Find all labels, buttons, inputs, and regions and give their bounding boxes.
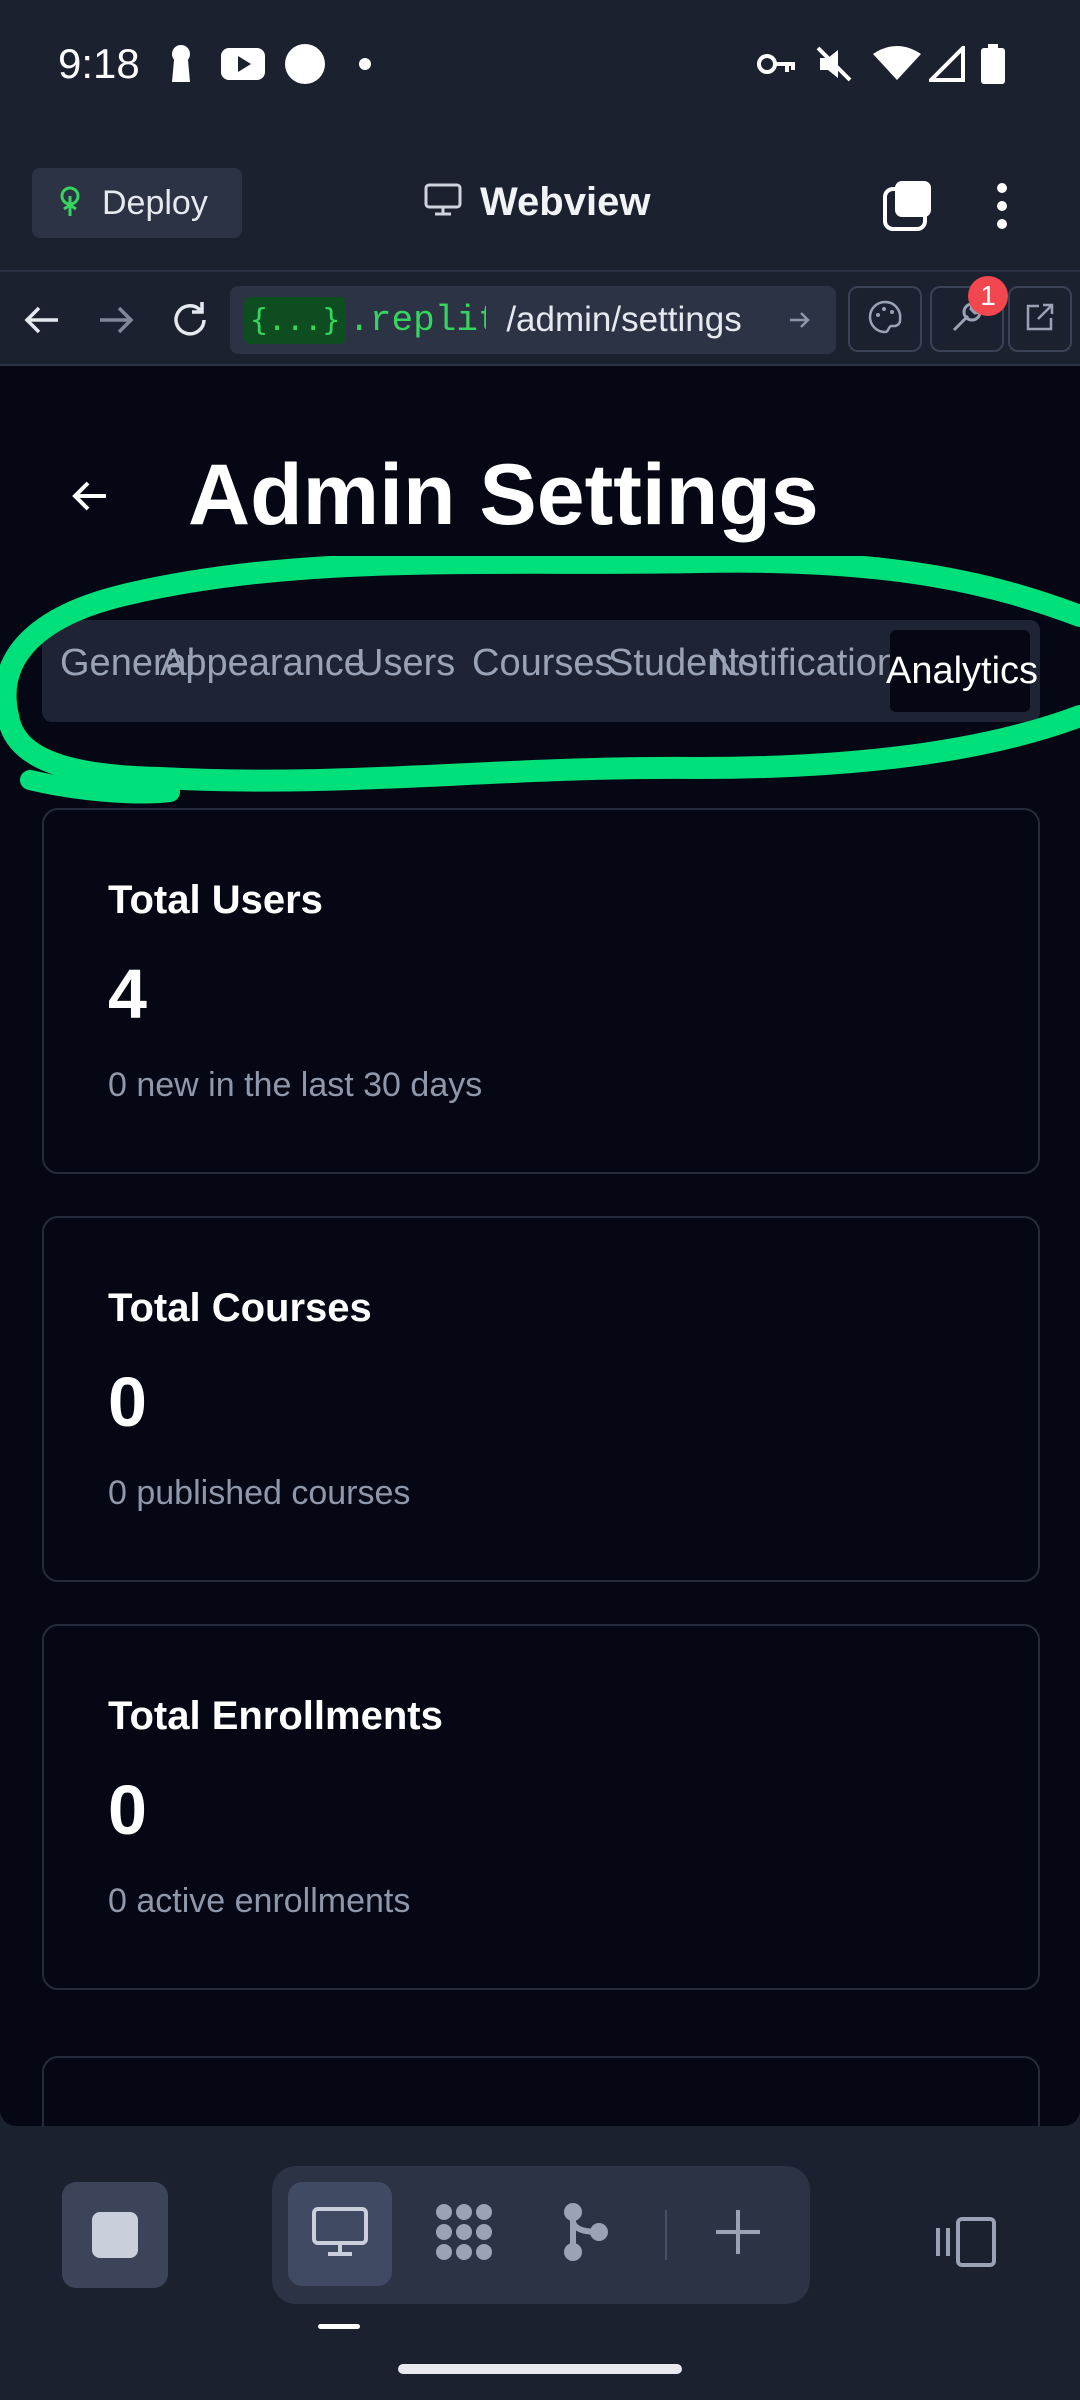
card-subtitle: 0 new in the last 30 days <box>108 1066 483 1104</box>
stat-card-enrollments: Total Enrollments 0 0 active enrollments <box>42 1624 1040 1990</box>
more-menu-icon[interactable] <box>972 176 1032 236</box>
deploy-button[interactable]: Deploy <box>32 168 242 238</box>
home-indicator[interactable] <box>398 2364 682 2374</box>
card-value: 0 <box>108 1363 147 1441</box>
card-value: 4 <box>108 955 147 1033</box>
webview-tab[interactable]: Webview <box>424 180 650 225</box>
url-input[interactable]: {...} .replit.c /admin/settings <box>230 286 836 354</box>
stat-card-users: Total Users 4 0 new in the last 30 days <box>42 808 1040 1174</box>
monitor-icon <box>424 183 462 222</box>
url-domain: .replit.c <box>348 299 486 341</box>
vpn-key-icon <box>756 44 798 84</box>
active-pane-indicator <box>318 2324 360 2329</box>
stop-button[interactable] <box>62 2182 168 2288</box>
stop-icon <box>92 2212 138 2258</box>
plus-icon <box>714 2208 762 2261</box>
devtools-button[interactable]: 1 <box>930 276 1008 352</box>
tabs-switcher-icon[interactable] <box>878 176 938 236</box>
circle-icon <box>284 44 326 84</box>
forward-icon[interactable] <box>88 292 144 348</box>
back-icon[interactable] <box>14 292 70 348</box>
replit-mobile-screen: 9:18 Deploy Webview {...} .repli /admin/… <box>0 0 1080 2400</box>
tab-courses[interactable]: Courses <box>472 642 614 685</box>
settings-tabs: General Appearance Users Courses Student… <box>42 620 1040 722</box>
deploy-icon <box>56 185 84 222</box>
palette-icon <box>867 299 903 340</box>
deploy-label: Deploy <box>102 183 208 222</box>
reload-icon[interactable] <box>162 292 218 348</box>
dot-icon <box>358 44 372 84</box>
add-pane-button[interactable] <box>686 2182 790 2286</box>
keyhole-icon <box>168 44 194 84</box>
git-pane-button[interactable] <box>534 2182 638 2286</box>
stat-card-partial <box>42 2056 1040 2126</box>
monitor-icon <box>311 2206 369 2263</box>
url-brace: {...} <box>244 296 347 344</box>
back-arrow-icon[interactable] <box>70 478 118 526</box>
bottom-toolbar <box>0 2126 1080 2400</box>
status-time: 9:18 <box>58 40 140 87</box>
card-title: Total Courses <box>108 1286 372 1330</box>
open-external-button[interactable] <box>1008 286 1072 352</box>
tab-analytics[interactable]: Analytics <box>886 630 1038 712</box>
status-bar: 9:18 <box>0 0 1080 140</box>
agent-pane-button[interactable] <box>412 2182 516 2286</box>
card-value: 0 <box>108 1771 147 1849</box>
card-title: Total Enrollments <box>108 1694 443 1738</box>
branch-icon <box>561 2202 611 2267</box>
tab-analytics-label: Analytics <box>886 650 1039 692</box>
signal-icon <box>928 44 966 84</box>
page-title: Admin Settings <box>188 447 819 543</box>
card-subtitle: 0 published courses <box>108 1474 411 1512</box>
pane-divider <box>665 2210 667 2260</box>
stat-card-courses: Total Courses 0 0 published courses <box>42 1216 1040 1582</box>
webview-page: Admin Settings General Appearance Users … <box>0 366 1080 2126</box>
notification-badge: 1 <box>968 276 1008 316</box>
webview-label: Webview <box>480 180 651 224</box>
theme-palette-button[interactable] <box>848 286 922 352</box>
external-link-icon <box>1025 302 1055 337</box>
youtube-icon <box>220 44 266 84</box>
url-bar: {...} .replit.c /admin/settings 1 <box>0 270 1080 366</box>
card-subtitle: 0 active enrollments <box>108 1882 411 1920</box>
url-path: /admin/settings <box>506 300 742 339</box>
tab-users[interactable]: Users <box>356 642 455 685</box>
url-go-icon[interactable] <box>780 300 820 340</box>
webview-pane-button[interactable] <box>288 2182 392 2286</box>
mute-icon <box>814 44 854 84</box>
sidebar-toggle-icon[interactable] <box>930 2206 1002 2278</box>
tab-appearance[interactable]: Appearance <box>160 642 365 685</box>
card-title: Total Users <box>108 878 323 922</box>
wifi-icon <box>872 44 922 84</box>
app-header: Deploy Webview <box>0 140 1080 270</box>
battery-icon <box>980 44 1006 84</box>
pane-switcher <box>272 2166 810 2304</box>
grid-blob-icon <box>432 2202 496 2267</box>
